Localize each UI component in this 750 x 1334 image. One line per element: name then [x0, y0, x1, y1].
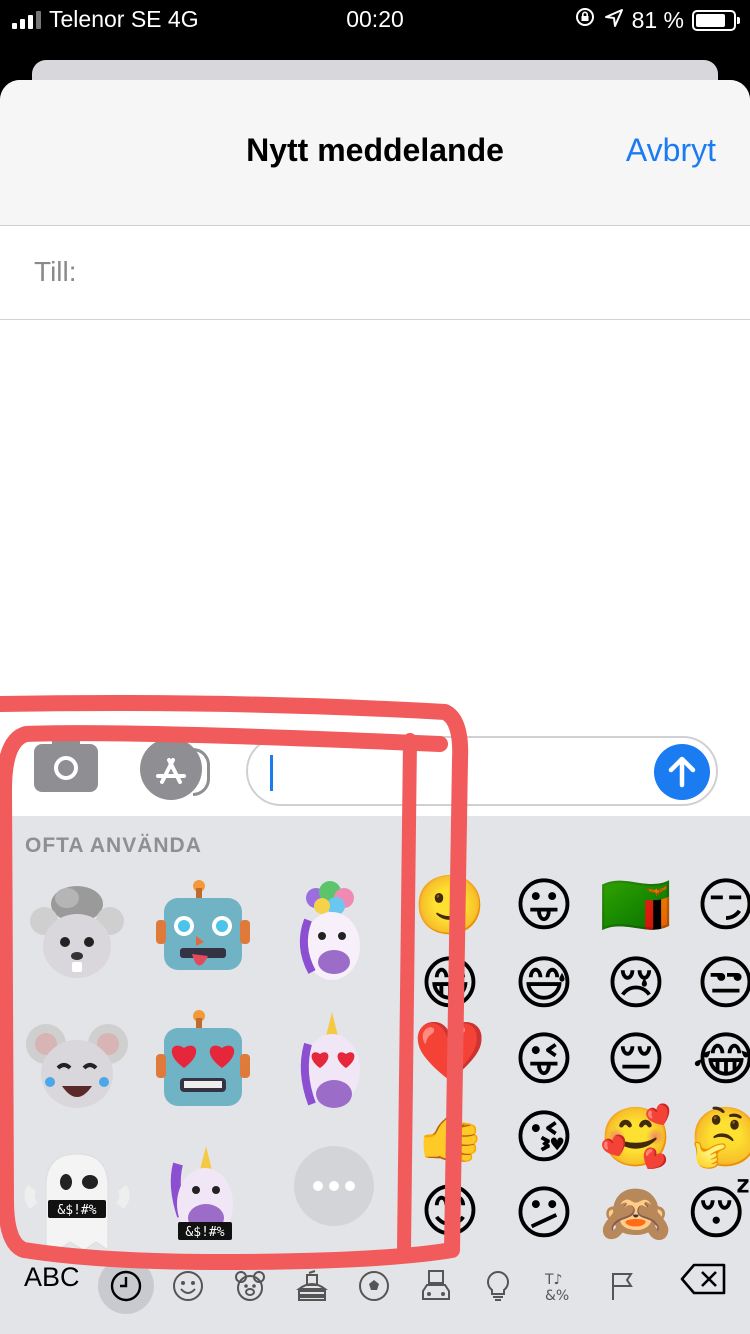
- censor-text: &$!#%: [57, 1203, 96, 1218]
- rotation-lock-icon: [574, 6, 596, 34]
- emoji-key[interactable]: 🇿🇲: [596, 870, 676, 940]
- ball-icon[interactable]: [346, 1258, 402, 1314]
- emoji-partial[interactable]: 👍: [410, 1096, 490, 1166]
- bear-icon[interactable]: [222, 1258, 278, 1314]
- location-icon: [604, 7, 624, 34]
- section-title: OFTA ANVÄNDA: [25, 834, 202, 857]
- bulb-icon[interactable]: [470, 1258, 526, 1314]
- emoji-key[interactable]: 🤔: [686, 1102, 750, 1172]
- memoji-sticker-cursing-ghost[interactable]: &$!#%: [22, 1146, 132, 1256]
- emoji-partial[interactable]: 😁: [410, 948, 490, 1018]
- camera-icon[interactable]: [34, 738, 98, 792]
- car-icon[interactable]: [408, 1258, 464, 1314]
- emoji-key[interactable]: 😅: [504, 948, 584, 1018]
- emoji-key[interactable]: 🙈: [596, 1178, 676, 1248]
- battery-percent: 81 %: [631, 6, 684, 33]
- more-stickers-button[interactable]: [294, 1146, 374, 1226]
- send-button[interactable]: [654, 744, 710, 800]
- memoji-sticker-heart-eyes-robot[interactable]: [150, 1006, 260, 1116]
- emoji-key[interactable]: 😜: [504, 1024, 584, 1094]
- emoji-key[interactable]: 😒: [686, 948, 750, 1018]
- status-bar: Telenor SE 4G 00:20 81 %: [0, 0, 750, 40]
- food-icon[interactable]: [284, 1258, 340, 1314]
- symbols-icon[interactable]: T♪ &%: [532, 1258, 588, 1314]
- navigation-bar: Nytt meddelande Avbryt: [0, 80, 750, 226]
- emoji-key[interactable]: 😂: [686, 1024, 750, 1094]
- memoji-sticker-robot-tongue[interactable]: [150, 876, 260, 986]
- memoji-sticker-heart-eyes-unicorn[interactable]: [278, 1012, 388, 1122]
- emoji-key[interactable]: 😏: [686, 870, 750, 940]
- emoji-key[interactable]: 😕: [504, 1178, 584, 1248]
- emoji-key[interactable]: 😘: [504, 1102, 584, 1172]
- emoji-partial[interactable]: 🙂: [410, 870, 490, 940]
- category-bar: ABC T♪ &%: [0, 1248, 750, 1334]
- emoji-key[interactable]: 😢: [596, 948, 676, 1018]
- memoji-sticker-crying-laughing-mouse[interactable]: [22, 1012, 132, 1122]
- text-caret: [270, 755, 273, 791]
- message-input[interactable]: [246, 736, 718, 806]
- clock-icon[interactable]: [98, 1258, 154, 1314]
- recipient-label: Till:: [34, 256, 77, 287]
- delete-icon[interactable]: [680, 1262, 728, 1301]
- svg-text:&%: &%: [545, 1288, 569, 1303]
- smiley-icon[interactable]: [160, 1258, 216, 1314]
- emoji-partial[interactable]: 😊: [410, 1176, 490, 1246]
- recipient-field[interactable]: Till:: [0, 226, 750, 320]
- abc-key[interactable]: ABC: [24, 1262, 80, 1293]
- svg-text:T♪: T♪: [544, 1272, 563, 1288]
- censor-text: &$!#%: [185, 1225, 224, 1240]
- memoji-sticker-mind-blown-unicorn[interactable]: [278, 876, 388, 986]
- emoji-keyboard: OFTA ANVÄNDA &$!#% &$!#% 🙂 😁 ❤️ 👍 😊 😛 🇿🇲…: [0, 816, 750, 1334]
- memoji-sticker-cursing-unicorn[interactable]: &$!#%: [150, 1146, 260, 1256]
- emoji-key[interactable]: 😴: [686, 1178, 750, 1248]
- emoji-key[interactable]: 😛: [504, 870, 584, 940]
- battery-icon: [692, 9, 740, 31]
- memoji-sticker-mind-blown-mouse[interactable]: [22, 876, 132, 986]
- appstore-icon[interactable]: [140, 738, 210, 800]
- cancel-button[interactable]: Avbryt: [626, 132, 716, 169]
- emoji-partial[interactable]: ❤️: [410, 1016, 490, 1086]
- emoji-key[interactable]: 😔: [596, 1024, 676, 1094]
- flag-icon[interactable]: [594, 1258, 650, 1314]
- compose-bar: [0, 720, 750, 816]
- emoji-key[interactable]: 🥰: [596, 1102, 676, 1172]
- arrow-up-icon: [668, 756, 696, 788]
